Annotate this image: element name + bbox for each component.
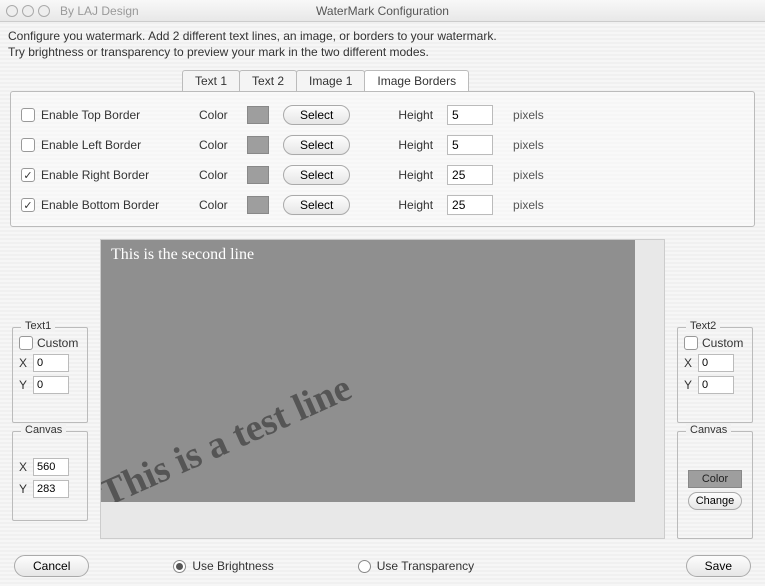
border-row-right: ✓ Enable Right Border Color Select Heigh… (21, 160, 744, 190)
tab-text1[interactable]: Text 1 (182, 70, 240, 91)
color-label: Color (199, 198, 239, 212)
text2-group-title: Text2 (686, 320, 720, 332)
use-transparency-label: Use Transparency (377, 559, 474, 573)
preview-text-line1: This is a test line (101, 366, 358, 502)
canvas-color-button[interactable]: Color (688, 470, 742, 488)
enable-left-border-checkbox[interactable] (21, 138, 35, 152)
canvas-left-group: Canvas X Y (12, 431, 88, 521)
border-row-bottom: ✓ Enable Bottom Border Color Select Heig… (21, 190, 744, 220)
text2-custom-checkbox[interactable] (684, 336, 698, 350)
canvas-x-input[interactable] (33, 458, 69, 476)
text1-custom-label: Custom (37, 336, 78, 350)
preview-scroll-area[interactable]: This is the second line This is a test l… (100, 239, 665, 539)
brand-label: By LAJ Design (60, 4, 139, 18)
color-label: Color (199, 168, 239, 182)
border-row-top: Enable Top Border Color Select Height pi… (21, 100, 744, 130)
canvas-y-label: Y (19, 482, 27, 496)
bottom-bar: Cancel Use Brightness Use Transparency S… (0, 552, 765, 580)
text1-custom-checkbox[interactable] (19, 336, 33, 350)
tab-image-borders[interactable]: Image Borders (364, 70, 469, 91)
top-border-select-button[interactable]: Select (283, 105, 350, 125)
text1-x-label: X (19, 356, 27, 370)
save-button[interactable]: Save (686, 555, 751, 577)
text1-group: Text1 Custom X Y (12, 327, 88, 423)
canvas-x-label: X (19, 460, 27, 474)
tab-bar: Text 1 Text 2 Image 1 Image Borders (182, 70, 765, 91)
text1-y-label: Y (19, 378, 27, 392)
pixels-label: pixels (513, 168, 544, 182)
left-border-height-input[interactable] (447, 135, 493, 155)
enable-bottom-border-label: Enable Bottom Border (41, 198, 159, 212)
pixels-label: pixels (513, 108, 544, 122)
use-brightness-label: Use Brightness (192, 559, 273, 573)
enable-top-border-checkbox[interactable] (21, 108, 35, 122)
bottom-border-height-input[interactable] (447, 195, 493, 215)
close-window-icon[interactable] (6, 5, 18, 17)
top-border-color-swatch[interactable] (247, 106, 269, 124)
text1-y-input[interactable] (33, 376, 69, 394)
cancel-button[interactable]: Cancel (14, 555, 89, 577)
enable-right-border-label: Enable Right Border (41, 168, 149, 182)
description-line2: Try brightness or transparency to previe… (8, 44, 757, 60)
text2-x-label: X (684, 356, 692, 370)
canvas-right-title: Canvas (686, 424, 731, 436)
right-border-color-swatch[interactable] (247, 166, 269, 184)
text2-y-input[interactable] (698, 376, 734, 394)
canvas-y-input[interactable] (33, 480, 69, 498)
borders-panel: Enable Top Border Color Select Height pi… (10, 91, 755, 227)
height-label: Height (398, 138, 433, 152)
use-brightness-radio[interactable] (173, 560, 186, 573)
right-border-height-input[interactable] (447, 165, 493, 185)
top-border-height-input[interactable] (447, 105, 493, 125)
pixels-label: pixels (513, 198, 544, 212)
bottom-border-select-button[interactable]: Select (283, 195, 350, 215)
border-row-left: Enable Left Border Color Select Height p… (21, 130, 744, 160)
height-label: Height (398, 198, 433, 212)
titlebar: By LAJ Design WaterMark Configuration (0, 0, 765, 22)
minimize-window-icon[interactable] (22, 5, 34, 17)
color-label: Color (199, 138, 239, 152)
color-label: Color (199, 108, 239, 122)
text2-group: Text2 Custom X Y (677, 327, 753, 423)
zoom-window-icon[interactable] (38, 5, 50, 17)
preview-text-line2: This is the second line (111, 246, 254, 264)
height-label: Height (398, 108, 433, 122)
description-line1: Configure you watermark. Add 2 different… (8, 28, 757, 44)
left-border-color-swatch[interactable] (247, 136, 269, 154)
use-transparency-radio[interactable] (358, 560, 371, 573)
enable-bottom-border-checkbox[interactable]: ✓ (21, 198, 35, 212)
canvas-left-title: Canvas (21, 424, 66, 436)
right-border-select-button[interactable]: Select (283, 165, 350, 185)
pixels-label: pixels (513, 138, 544, 152)
text1-x-input[interactable] (33, 354, 69, 372)
enable-top-border-label: Enable Top Border (41, 108, 140, 122)
text2-y-label: Y (684, 378, 692, 392)
text1-group-title: Text1 (21, 320, 55, 332)
bottom-border-color-swatch[interactable] (247, 196, 269, 214)
height-label: Height (398, 168, 433, 182)
enable-right-border-checkbox[interactable]: ✓ (21, 168, 35, 182)
tab-image1[interactable]: Image 1 (296, 70, 365, 91)
enable-left-border-label: Enable Left Border (41, 138, 141, 152)
watermark-preview: This is the second line This is a test l… (101, 240, 635, 502)
tab-text2[interactable]: Text 2 (239, 70, 297, 91)
text2-custom-label: Custom (702, 336, 743, 350)
canvas-change-button[interactable]: Change (688, 492, 742, 510)
canvas-right-group: Canvas Color Change (677, 431, 753, 539)
left-border-select-button[interactable]: Select (283, 135, 350, 155)
description-text: Configure you watermark. Add 2 different… (0, 22, 765, 68)
text2-x-input[interactable] (698, 354, 734, 372)
